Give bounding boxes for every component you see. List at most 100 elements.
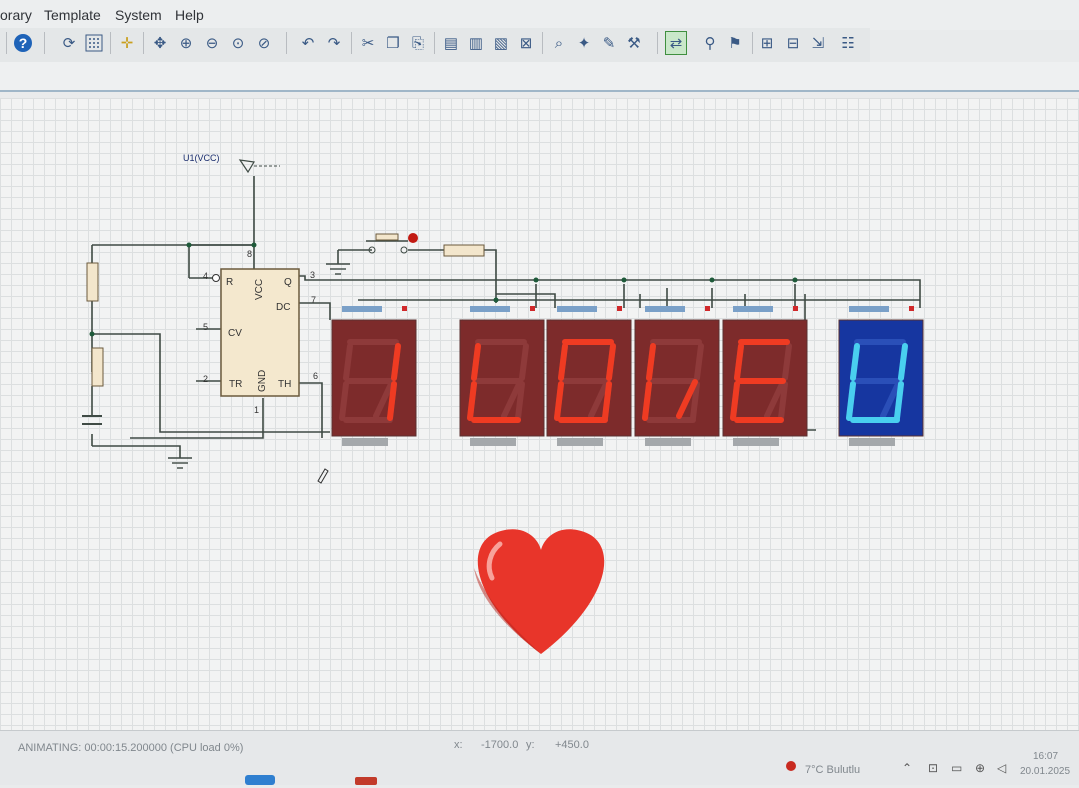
- menu-library[interactable]: orary: [0, 7, 32, 23]
- bill-of-materials-icon[interactable]: ☷: [838, 32, 858, 54]
- refresh-icon[interactable]: ⟳: [59, 32, 79, 54]
- display-e[interactable]: [722, 306, 808, 446]
- menu-help[interactable]: Help: [175, 7, 204, 23]
- zoom-all-icon[interactable]: ⊙: [228, 32, 248, 54]
- status-bar: ANIMATING: 00:00:15.200000 (CPU load 0%)…: [0, 730, 1079, 785]
- redo-icon[interactable]: ↷: [324, 32, 344, 54]
- display-o[interactable]: [546, 306, 632, 446]
- zoom-in-icon[interactable]: ⊕: [176, 32, 196, 54]
- segment-off: [519, 343, 529, 381]
- copy-icon[interactable]: ❐: [383, 32, 403, 54]
- chip-pin-number: 7: [311, 295, 316, 305]
- decompose-icon[interactable]: ⚒: [624, 32, 644, 54]
- property-assignment-icon[interactable]: ⚑: [725, 32, 745, 54]
- pan-icon[interactable]: ✥: [150, 32, 170, 54]
- display-top-pins: [849, 306, 889, 312]
- schematic-canvas[interactable]: U1(VCC) R CV TR Q DC TH VCC GND 4 5 2 3 …: [0, 98, 1079, 730]
- undo-icon[interactable]: ↶: [298, 32, 318, 54]
- chip-pin-number: 1: [254, 405, 259, 415]
- ground-symbol: [168, 457, 192, 469]
- goto-sheet-icon[interactable]: ⇲: [808, 32, 828, 54]
- menu-template[interactable]: Template: [44, 7, 101, 23]
- segment-on: [602, 381, 612, 421]
- chip-pin-number: 5: [203, 322, 208, 332]
- chip-pin-number: 6: [313, 371, 318, 381]
- display-v[interactable]: [634, 306, 720, 446]
- vcc-terminal-label: U1(VCC): [183, 153, 220, 163]
- block-rotate-icon[interactable]: ▧: [491, 32, 511, 54]
- display-bottom-pins: [645, 438, 691, 446]
- chip-pin-label-r: R: [226, 277, 233, 288]
- display-pin-marker: [402, 306, 407, 311]
- menu-bar: orary Template System Help: [0, 0, 1079, 30]
- segment-on: [467, 381, 477, 421]
- display-pin-marker: [793, 306, 798, 311]
- chip-pin-number: 3: [310, 270, 315, 280]
- toolbar-separator: [434, 32, 435, 54]
- vcc-terminal[interactable]: U1(VCC): [183, 153, 280, 174]
- origin-icon[interactable]: ✛: [117, 32, 137, 54]
- segment-on: [846, 381, 856, 421]
- display-l[interactable]: [459, 306, 545, 446]
- resistor-r2[interactable]: [91, 347, 104, 387]
- block-delete-icon[interactable]: ⊠: [516, 32, 536, 54]
- search-tag-icon[interactable]: ⚲: [700, 32, 720, 54]
- toolbar: ? ⟳ ✛ ✥ ⊕ ⊖ ⊙ ⊘ ↶ ↷ ✂ ❐ ⎘ ▤ ▥ ▧ ⊠ ⌕ ✦ ✎ …: [0, 28, 870, 63]
- new-sheet-icon[interactable]: ⊞: [757, 32, 777, 54]
- remove-sheet-icon[interactable]: ⊟: [783, 32, 803, 54]
- tray-battery-icon[interactable]: ▭: [951, 761, 962, 775]
- tray-network-icon[interactable]: ⊕: [975, 761, 985, 775]
- display-i[interactable]: [331, 306, 417, 446]
- make-device-icon[interactable]: ✦: [574, 32, 594, 54]
- toolbar-separator: [6, 32, 7, 54]
- resistor-r3[interactable]: [443, 244, 485, 257]
- toolbar-separator: [44, 32, 45, 54]
- zoom-area-icon[interactable]: ⊘: [254, 32, 274, 54]
- timer-555-chip[interactable]: R CV TR Q DC TH VCC GND 4 5 2 3 7 6 8 1: [203, 249, 318, 415]
- chip-pin-label-cv: CV: [228, 328, 242, 339]
- help-icon[interactable]: ?: [13, 32, 33, 54]
- chip-pin-number: 2: [203, 374, 208, 384]
- segment-on: [734, 343, 744, 381]
- chip-pin-label-tr: TR: [229, 379, 242, 390]
- capacitor[interactable]: [82, 415, 102, 425]
- weather-icon: [785, 760, 797, 775]
- toolbar-separator: [286, 32, 287, 54]
- pick-device-icon[interactable]: ⌕: [549, 32, 569, 54]
- chip-pin-number: 8: [247, 249, 252, 259]
- cut-icon[interactable]: ✂: [358, 32, 378, 54]
- menu-system[interactable]: System: [115, 7, 162, 23]
- display-row: [331, 306, 924, 446]
- segment-on: [730, 381, 740, 421]
- segment-on: [554, 381, 564, 421]
- display-top-pins: [733, 306, 773, 312]
- display-pin-marker: [909, 306, 914, 311]
- wire-autorouter-icon[interactable]: ⇄: [665, 31, 687, 55]
- toolbar-separator: [351, 32, 352, 54]
- packaging-tool-icon[interactable]: ✎: [599, 32, 619, 54]
- zoom-out-icon[interactable]: ⊖: [202, 32, 222, 54]
- segment-off: [694, 343, 704, 381]
- grid-toggle-icon[interactable]: [84, 32, 104, 54]
- y-coordinate-value: +450.0: [555, 739, 589, 751]
- taskbar-app-icon[interactable]: [355, 771, 377, 788]
- display-bottom-pins: [733, 438, 779, 446]
- display-top-pins: [645, 306, 685, 312]
- segment-on: [898, 343, 908, 381]
- svg-text:?: ?: [19, 35, 28, 51]
- tray-camera-icon[interactable]: ⊡: [928, 761, 938, 775]
- tray-volume-icon[interactable]: ◁: [997, 761, 1006, 775]
- display-top-pins: [342, 306, 382, 312]
- segment-on: [558, 343, 568, 381]
- block-copy-icon[interactable]: ▤: [441, 32, 461, 54]
- taskbar-app-icon[interactable]: [245, 769, 275, 788]
- segment-on: [850, 343, 860, 381]
- paste-icon[interactable]: ⎘: [408, 32, 428, 54]
- resistor-r1[interactable]: [86, 262, 99, 302]
- tray-chevron-icon[interactable]: ⌃: [902, 761, 912, 775]
- chip-pin-label-vcc: VCC: [254, 279, 265, 300]
- display-pin-marker: [705, 306, 710, 311]
- block-move-icon[interactable]: ▥: [466, 32, 486, 54]
- segment-off: [339, 381, 349, 421]
- display-u[interactable]: [838, 306, 924, 446]
